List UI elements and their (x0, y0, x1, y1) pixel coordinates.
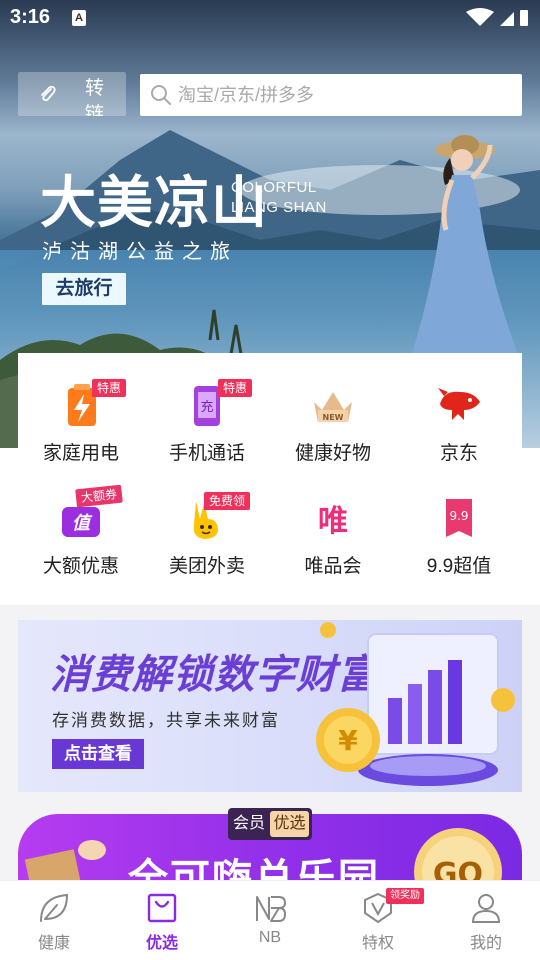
category-label: 家庭用电 (42, 443, 119, 464)
wifi-battery-icon (466, 8, 528, 26)
category-99-value[interactable]: 9.9 9.9超值 (396, 483, 522, 583)
jd-dog-icon (438, 388, 480, 420)
leaf-icon (40, 893, 69, 922)
nav-mine[interactable]: 我的 (432, 881, 540, 960)
app-screen: 3:16 A 转链 大美凉山 COLORFUL LIANG SHAN 泸沽湖公益… (0, 0, 540, 960)
shopping-bag-icon (147, 893, 177, 923)
bar-chart-coin-illustration: ¥ (316, 622, 515, 786)
hero-subtitle: 泸沽湖公益之旅 (42, 241, 238, 263)
vip-text: 唯 (318, 504, 348, 539)
nav-label: 特权 (361, 935, 394, 952)
category-jd[interactable]: 京东 (396, 370, 522, 470)
hero-english-line1: COLORFUL (231, 179, 317, 196)
vip-icon: 唯 (318, 504, 348, 539)
nav-privilege[interactable]: 领奖励 特权 (324, 881, 432, 960)
hero-english-line2: LIANG SHAN (231, 199, 327, 216)
status-time: 3:16 (10, 6, 51, 28)
category-meituan[interactable]: 免费领 美团外卖 (144, 483, 270, 583)
category-grid: 特惠 家庭用电 充 特惠 手机通话 NEW 健康好物 京东 值 大额券 大额优惠… (0, 353, 540, 605)
person-icon (471, 894, 501, 923)
banner-subtitle: 存消费数据，共享未来财富 (52, 711, 280, 730)
convert-link-label: 转链 (85, 78, 105, 116)
bottom-navigation: 健康 优选 NB 领奖励 特权 我的 (0, 880, 540, 960)
nav-label: NB (258, 929, 282, 946)
woman-in-dress-illustration (410, 135, 520, 360)
convert-link-button[interactable]: 转链 (18, 72, 126, 116)
crown-new-text: NEW (323, 413, 344, 422)
digital-wealth-banner[interactable]: 消费解锁数字财富 存消费数据，共享未来财富 点击查看 ¥ (18, 620, 522, 792)
nb-logo-icon (256, 896, 286, 922)
go-travel-button[interactable]: 去旅行 (42, 273, 126, 305)
nav-label: 优选 (145, 935, 178, 952)
member-tag-label: 会员 (232, 815, 265, 832)
nav-label: 我的 (469, 935, 502, 952)
search-input[interactable] (178, 80, 508, 110)
category-badge: 特惠 (92, 379, 127, 397)
nav-reward-badge: 领奖励 (386, 888, 424, 904)
category-home-electricity[interactable]: 特惠 家庭用电 (18, 370, 144, 470)
category-label: 手机通话 (168, 443, 245, 464)
nav-nb[interactable]: NB (216, 881, 324, 960)
status-bar: 3:16 A (0, 0, 540, 38)
coin-symbol: ¥ (338, 724, 358, 757)
notification-a-icon: A (72, 10, 86, 26)
coupon-value-text: 值 (72, 513, 93, 534)
search-icon (151, 85, 171, 105)
view-now-button[interactable]: 点击查看 (52, 739, 144, 769)
category-label: 大额优惠 (42, 556, 119, 577)
crown-new-icon: NEW (314, 392, 352, 422)
phone-charge-text: 充 (200, 399, 213, 415)
category-label: 9.9超值 (426, 556, 492, 577)
category-label: 京东 (439, 443, 478, 464)
price-tag-text: 9.9 (449, 509, 468, 523)
category-vip[interactable]: 唯 唯品会 (270, 483, 396, 583)
category-badge: 特惠 (218, 379, 253, 397)
category-label: 唯品会 (304, 556, 362, 577)
price-tag-icon: 9.9 (446, 499, 472, 537)
nav-label: 健康 (37, 935, 70, 952)
category-label: 健康好物 (294, 443, 371, 464)
category-badge: 免费领 (204, 492, 251, 510)
category-phone-call[interactable]: 充 特惠 手机通话 (144, 370, 270, 470)
paperclip-icon (41, 85, 56, 102)
category-big-discount[interactable]: 值 大额券 大额优惠 (18, 483, 144, 583)
nav-select[interactable]: 优选 (108, 881, 216, 960)
search-bar[interactable] (140, 74, 522, 116)
member-select-tag: 会员 优选 (228, 808, 312, 840)
hero-english-title: COLORFUL LIANG SHAN (231, 178, 327, 218)
category-health-goods[interactable]: NEW 健康好物 (270, 370, 396, 470)
select-tag-label: 优选 (270, 811, 309, 837)
category-label: 美团外卖 (168, 556, 245, 577)
category-badge: 大额券 (75, 484, 123, 508)
nav-health[interactable]: 健康 (0, 881, 108, 960)
